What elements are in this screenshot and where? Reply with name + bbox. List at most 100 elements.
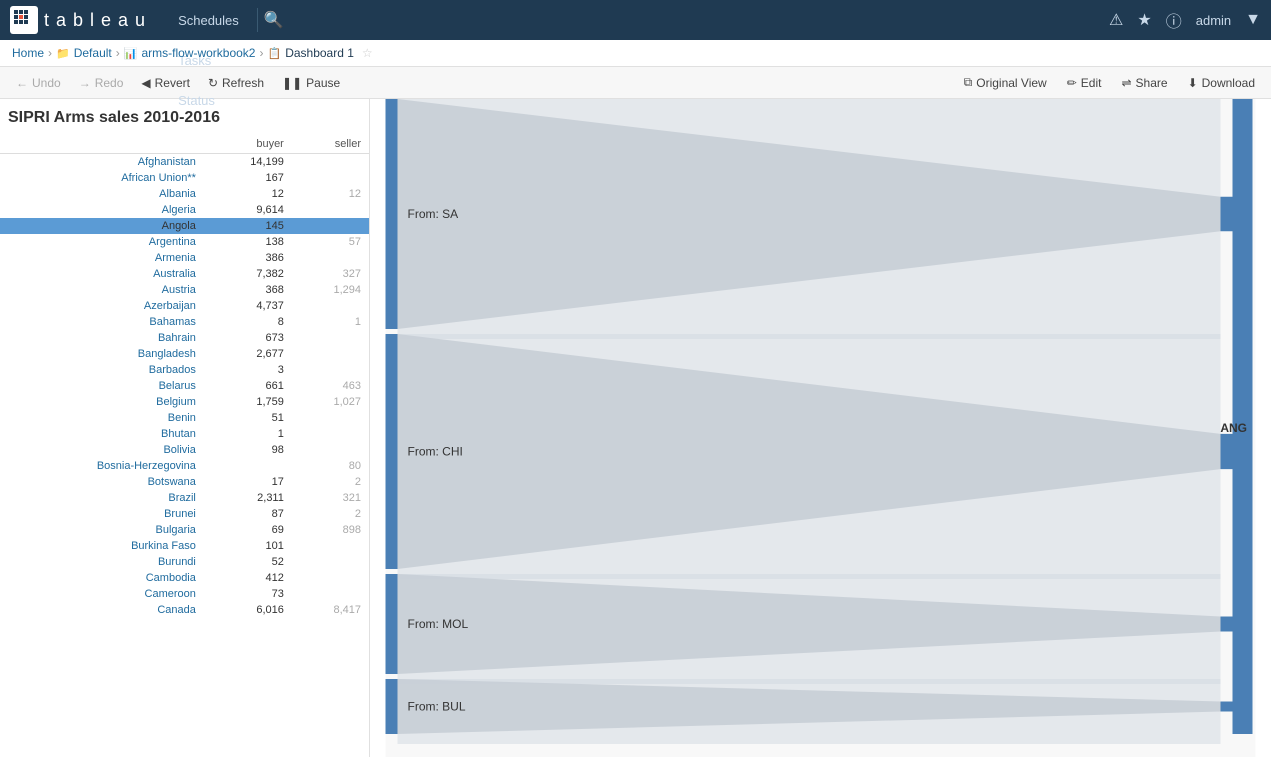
country-cell: Algeria [0,202,204,218]
table-row[interactable]: Botswana172 [0,474,369,490]
table-row[interactable]: Bosnia-Herzegovina80 [0,458,369,474]
country-cell: Angola [0,218,204,234]
sankey-container: From: SAFrom: CHIFrom: MOLFrom: BUL ANG [370,99,1271,757]
table-row[interactable]: Bangladesh2,677 [0,346,369,362]
info-icon[interactable]: ⓘ [1166,8,1182,32]
buyer-cell: 368 [204,282,292,298]
star-icon[interactable]: ★ [1137,10,1151,30]
breadcrumb-default[interactable]: Default [74,46,112,60]
toolbar-right: ⧉ Original View ✏ Edit ⇌ Share ⬇ Downloa… [956,71,1263,94]
table-row[interactable]: Australia7,382327 [0,266,369,282]
breadcrumb-workbook[interactable]: arms-flow-workbook2 [141,46,255,60]
table-row[interactable]: Bahrain673 [0,330,369,346]
table-row[interactable]: Cambodia412 [0,570,369,586]
table-row[interactable]: Canada6,0168,417 [0,602,369,618]
redo-button[interactable]: → Redo [71,72,132,94]
table-row[interactable]: Argentina13857 [0,234,369,250]
seller-cell: 2 [292,474,369,490]
seller-cell [292,170,369,186]
seller-cell [292,218,369,234]
pause-button[interactable]: ❚❚ Pause [274,72,348,94]
table-row[interactable]: Algeria9,614 [0,202,369,218]
buyer-cell: 661 [204,378,292,394]
table-row[interactable]: Bolivia98 [0,442,369,458]
seller-cell [292,298,369,314]
table-row[interactable]: Burundi52 [0,554,369,570]
seller-cell: 1 [292,314,369,330]
buyer-cell: 1,759 [204,394,292,410]
refresh-button[interactable]: ↻ Refresh [200,72,272,94]
country-cell: Australia [0,266,204,282]
buyer-cell: 9,614 [204,202,292,218]
buyer-cell: 412 [204,570,292,586]
table-row[interactable]: Brazil2,311321 [0,490,369,506]
favorite-icon[interactable]: ☆ [362,46,373,60]
table-row[interactable]: Belgium1,7591,027 [0,394,369,410]
country-cell: Cambodia [0,570,204,586]
workbook-icon: 📊 [124,47,138,60]
country-cell: Botswana [0,474,204,490]
revert-button[interactable]: ◀ Revert [133,72,198,94]
col-header-country [0,135,204,154]
seller-cell [292,554,369,570]
seller-cell [292,330,369,346]
buyer-cell: 145 [204,218,292,234]
table-row[interactable]: Bahamas81 [0,314,369,330]
buyer-cell: 52 [204,554,292,570]
buyer-cell: 1 [204,426,292,442]
breadcrumb-sep-2: › [116,46,120,60]
app-logo: t a b l e a u [10,6,146,34]
panel-title: SIPRI Arms sales 2010-2016 [0,99,369,135]
seller-cell [292,362,369,378]
user-dropdown-icon[interactable]: ▼ [1245,11,1261,29]
nav-right: ⚠ ★ ⓘ admin ▼ [1109,8,1261,32]
original-view-button[interactable]: ⧉ Original View [956,71,1055,94]
table-row[interactable]: Benin51 [0,410,369,426]
alert-icon[interactable]: ⚠ [1109,10,1123,30]
seller-cell [292,426,369,442]
table-row[interactable]: Azerbaijan4,737 [0,298,369,314]
folder-icon: 📁 [56,47,70,60]
app-name: t a b l e a u [44,10,146,31]
country-cell: African Union** [0,170,204,186]
edit-button[interactable]: ✏ Edit [1059,72,1110,94]
breadcrumb-sep-1: › [48,46,52,60]
table-row[interactable]: Afghanistan14,199 [0,154,369,171]
buyer-cell: 12 [204,186,292,202]
user-menu[interactable]: admin [1196,13,1231,28]
table-row[interactable]: Bhutan1 [0,426,369,442]
seller-cell: 321 [292,490,369,506]
country-cell: Albania [0,186,204,202]
table-row[interactable]: Armenia386 [0,250,369,266]
nav-item-schedules[interactable]: Schedules [166,0,251,40]
table-row[interactable]: Belarus661463 [0,378,369,394]
table-row[interactable]: Bulgaria69898 [0,522,369,538]
dashboard-icon: 📋 [267,47,281,60]
search-icon[interactable]: 🔍 [264,10,284,30]
download-button[interactable]: ⬇ Download [1180,72,1263,94]
table-row[interactable]: Brunei872 [0,506,369,522]
svg-text:From: SA: From: SA [408,207,459,221]
table-row[interactable]: Barbados3 [0,362,369,378]
left-panel: SIPRI Arms sales 2010-2016 buyer seller … [0,99,370,757]
share-button[interactable]: ⇌ Share [1113,72,1175,94]
table-row[interactable]: Burkina Faso101 [0,538,369,554]
buyer-cell: 7,382 [204,266,292,282]
top-navigation: t a b l e a u ContentUsersGroupsSchedule… [0,0,1271,40]
buyer-cell: 4,737 [204,298,292,314]
redo-icon: → [79,76,91,90]
breadcrumb-current: Dashboard 1 [285,46,354,60]
seller-cell: 80 [292,458,369,474]
country-cell: Brunei [0,506,204,522]
table-row[interactable]: Cameroon73 [0,586,369,602]
table-row[interactable]: African Union**167 [0,170,369,186]
svg-text:From: BUL: From: BUL [408,700,466,714]
table-row[interactable]: Albania1212 [0,186,369,202]
table-row[interactable]: Angola145 [0,218,369,234]
buyer-cell: 2,677 [204,346,292,362]
table-row[interactable]: Austria3681,294 [0,282,369,298]
country-cell: Armenia [0,250,204,266]
undo-button[interactable]: ← Undo [8,72,69,94]
buyer-cell: 73 [204,586,292,602]
breadcrumb-home[interactable]: Home [12,46,44,60]
